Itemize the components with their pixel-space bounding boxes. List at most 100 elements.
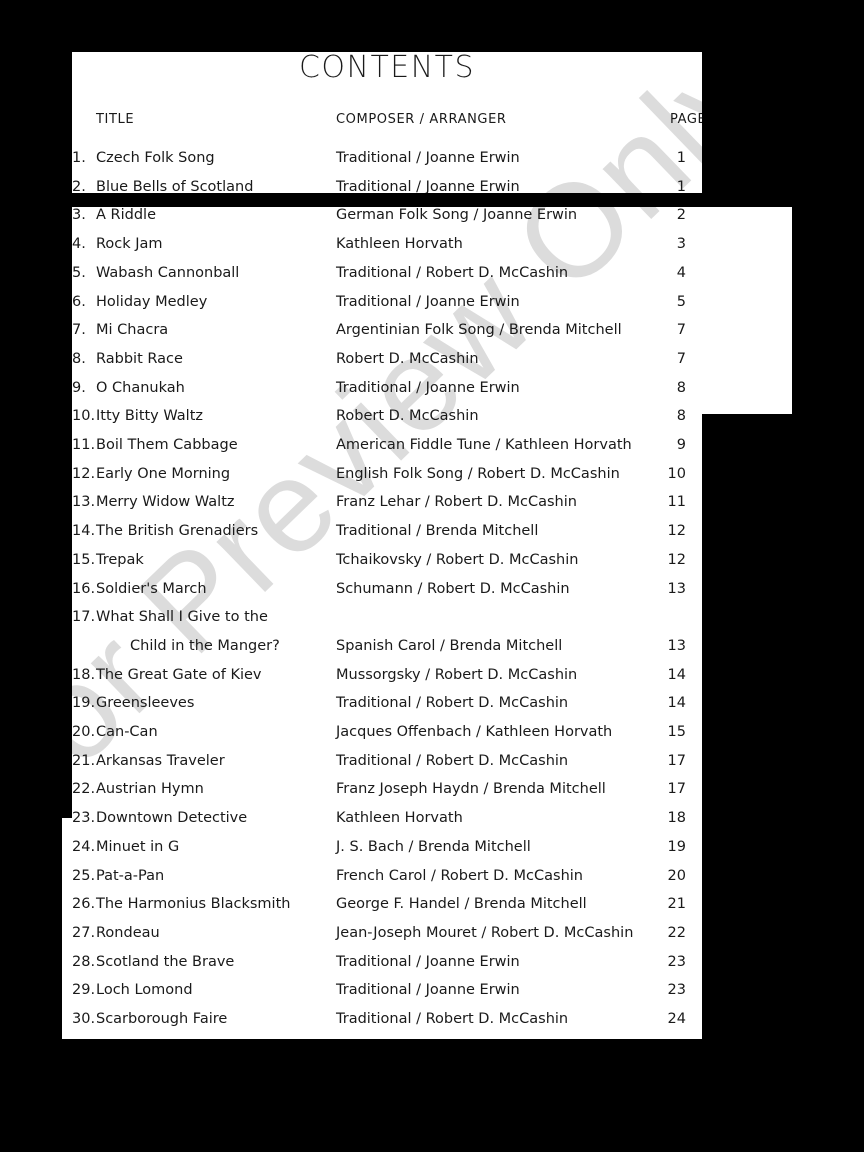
entry-page-number: 23	[667, 982, 686, 999]
entry-title: Scarborough Faire	[96, 1011, 228, 1027]
entry-composer-arranger: Traditional / Joanne Erwin	[336, 178, 520, 195]
entry-composer-arranger: Argentinian Folk Song / Brenda Mitchell	[336, 322, 622, 339]
entry-title: Soldier's March	[96, 580, 207, 597]
entry-title: Rabbit Race	[96, 350, 183, 367]
entry-composer-arranger: Robert D. McCashin	[336, 408, 479, 425]
document-content: CONTENTS TITLE COMPOSER / ARRANGER PAGE …	[62, 52, 792, 1039]
column-header-page: PAGE	[670, 112, 707, 127]
entry-title: Itty Bitty Waltz	[96, 408, 203, 425]
table-row: 21. Arkansas Traveler Traditional / Robert…	[62, 752, 792, 777]
entry-title: Holiday Medley	[96, 293, 208, 310]
table-row: 1. Czech Folk Song Traditional / Joanne Er…	[62, 150, 792, 174]
entry-page-number: 13	[667, 637, 686, 654]
table-row: 16. Soldier's March Schumann / Robert D. M…	[62, 580, 792, 605]
table-row: 27. Rondeau Jean-Joseph Mouret / Robert D.…	[62, 924, 792, 949]
entry-title: The British Grenadiers	[96, 523, 259, 540]
entry-composer-arranger: French Carol / Robert D. McCashin	[336, 867, 583, 884]
entry-page-number: 17	[667, 781, 686, 798]
table-row: 28. Scotland the Brave Traditional / Joann…	[62, 953, 792, 978]
entry-title: Austrian Hymn	[96, 781, 204, 798]
table-row: 7. Mi Chacra Argentinian Folk Song / Brend…	[62, 322, 792, 346]
table-row: 20. Can-Can Jacques Offenbach / Kathleen H…	[62, 724, 792, 748]
entry-page-number: 8	[676, 379, 686, 396]
entry-composer-arranger: Robert D. McCashin	[336, 350, 479, 367]
entry-title: The Great Gate of Kiev	[96, 666, 262, 683]
entry-page-number: 22	[667, 924, 686, 941]
entry-title: Czech Folk Song	[96, 150, 215, 166]
table-row: 29. Loch Lomond Traditional / Joanne Erwin…	[62, 982, 792, 1006]
entry-title: A Riddle	[96, 207, 156, 224]
entry-composer-arranger: Traditional / Joanne Erwin	[336, 953, 520, 970]
entry-title: Greensleeves	[96, 695, 195, 712]
entry-composer-arranger: Traditional / Robert D. McCashin	[336, 695, 569, 712]
entry-title: What Shall I Give to the	[96, 609, 268, 626]
entry-title: O Chanukah	[96, 379, 185, 396]
entry-page-number: 12	[667, 551, 686, 568]
entry-composer-arranger: J. S. Bach / Brenda Mitchell	[336, 838, 531, 855]
entry-composer-arranger: Kathleen Horvath	[336, 810, 463, 827]
entry-title: Trepak	[96, 551, 144, 568]
table-row: 17. What Shall I Give to the	[62, 609, 792, 633]
table-row: 13. Merry Widow Waltz Franz Lehar / Robert…	[62, 494, 792, 518]
entry-page-number: 14	[667, 666, 686, 683]
entry-composer-arranger: George F. Handel / Brenda Mitchell	[336, 896, 587, 913]
table-row: 8. Rabbit Race Robert D. McCashin 7	[62, 350, 792, 375]
entry-title: Loch Lomond	[96, 982, 193, 999]
entry-composer-arranger: Franz Joseph Haydn / Brenda Mitchell	[336, 781, 606, 798]
entry-page-number: 21	[667, 896, 686, 913]
table-row: 23. Downtown Detective Kathleen Horvath 18	[62, 810, 792, 834]
entry-page-number: 10	[667, 465, 686, 482]
entry-page-number: 7	[676, 322, 686, 339]
entry-composer-arranger: Jacques Offenbach / Kathleen Horvath	[336, 724, 613, 740]
entry-composer-arranger: Spanish Carol / Brenda Mitchell	[336, 637, 563, 654]
table-row: Child in the Manger? Spanish Carol / Bren…	[62, 637, 792, 662]
entry-page-number: 9	[676, 437, 686, 453]
entry-title: Can-Can	[96, 724, 158, 740]
entry-composer-arranger: Traditional / Brenda Mitchell	[336, 523, 539, 540]
entry-composer-arranger: Traditional / Robert D. McCashin	[336, 1011, 569, 1027]
table-row: 3. A Riddle German Folk Song / Joanne Erwi…	[62, 207, 792, 231]
entry-page-number: 19	[667, 838, 686, 855]
table-row: 30. Scarborough Faire Traditional / Robert…	[62, 1011, 792, 1035]
entry-composer-arranger: Tchaikovsky / Robert D. McCashin	[336, 551, 579, 568]
entry-page-number: 1	[676, 178, 686, 195]
entry-composer-arranger: Traditional / Robert D. McCashin	[336, 752, 569, 769]
table-row: 4. Rock Jam Kathleen Horvath 3	[62, 236, 792, 260]
entry-composer-arranger: Kathleen Horvath	[336, 236, 463, 253]
table-row: 26. The Harmonius Blacksmith George F. Han…	[62, 896, 792, 920]
entry-page-number: 4	[676, 264, 686, 281]
entry-composer-arranger: Traditional / Joanne Erwin	[336, 982, 520, 999]
entry-title: The Harmonius Blacksmith	[96, 896, 291, 913]
entry-page-number: 15	[667, 724, 686, 740]
entry-page-number: 24	[667, 1011, 686, 1027]
entry-title: Mi Chacra	[96, 322, 169, 339]
entry-title: Boil Them Cabbage	[96, 437, 238, 453]
table-row: 18. The Great Gate of Kiev Mussorgsky / Ro…	[62, 666, 792, 691]
entry-composer-arranger: American Fiddle Tune / Kathleen Horvath	[336, 437, 632, 453]
entry-title: Wabash Cannonball	[96, 264, 240, 281]
table-row: 10. Itty Bitty Waltz Robert D. McCashin 8	[62, 408, 792, 432]
entry-composer-arranger: Traditional / Joanne Erwin	[336, 150, 520, 166]
entry-title: Rock Jam	[96, 236, 163, 253]
entry-title: Pat-a-Pan	[96, 867, 165, 884]
entry-page-number: 2	[676, 207, 686, 224]
entry-page-number: 3	[676, 236, 686, 253]
entry-page-number: 14	[667, 695, 686, 712]
table-row: 19. Greensleeves Traditional / Robert D. M…	[62, 695, 792, 719]
table-row: 14. The British Grenadiers Traditional / B…	[62, 523, 792, 547]
entry-title: Early One Morning	[96, 465, 231, 482]
table-row: 11. Boil Them Cabbage American Fiddle Tune…	[62, 437, 792, 461]
entry-composer-arranger: Franz Lehar / Robert D. McCashin	[336, 494, 577, 511]
entry-composer-arranger: Traditional / Joanne Erwin	[336, 379, 520, 396]
column-header-title: TITLE	[96, 112, 135, 127]
entry-composer-arranger: Mussorgsky / Robert D. McCashin	[336, 666, 578, 683]
entry-title: Arkansas Traveler	[96, 752, 225, 769]
table-row: 25. Pat-a-Pan French Carol / Robert D. McC…	[62, 867, 792, 892]
entry-page-number: 23	[667, 953, 686, 970]
entry-page-number: 11	[667, 494, 686, 511]
entry-title: Scotland the Brave	[96, 953, 235, 970]
entry-page-number: 5	[676, 293, 686, 310]
column-header-composer: COMPOSER / ARRANGER	[336, 112, 507, 127]
entry-page-number: 7	[676, 350, 686, 367]
table-row: 6. Holiday Medley Traditional / Joanne Erw…	[62, 293, 792, 318]
